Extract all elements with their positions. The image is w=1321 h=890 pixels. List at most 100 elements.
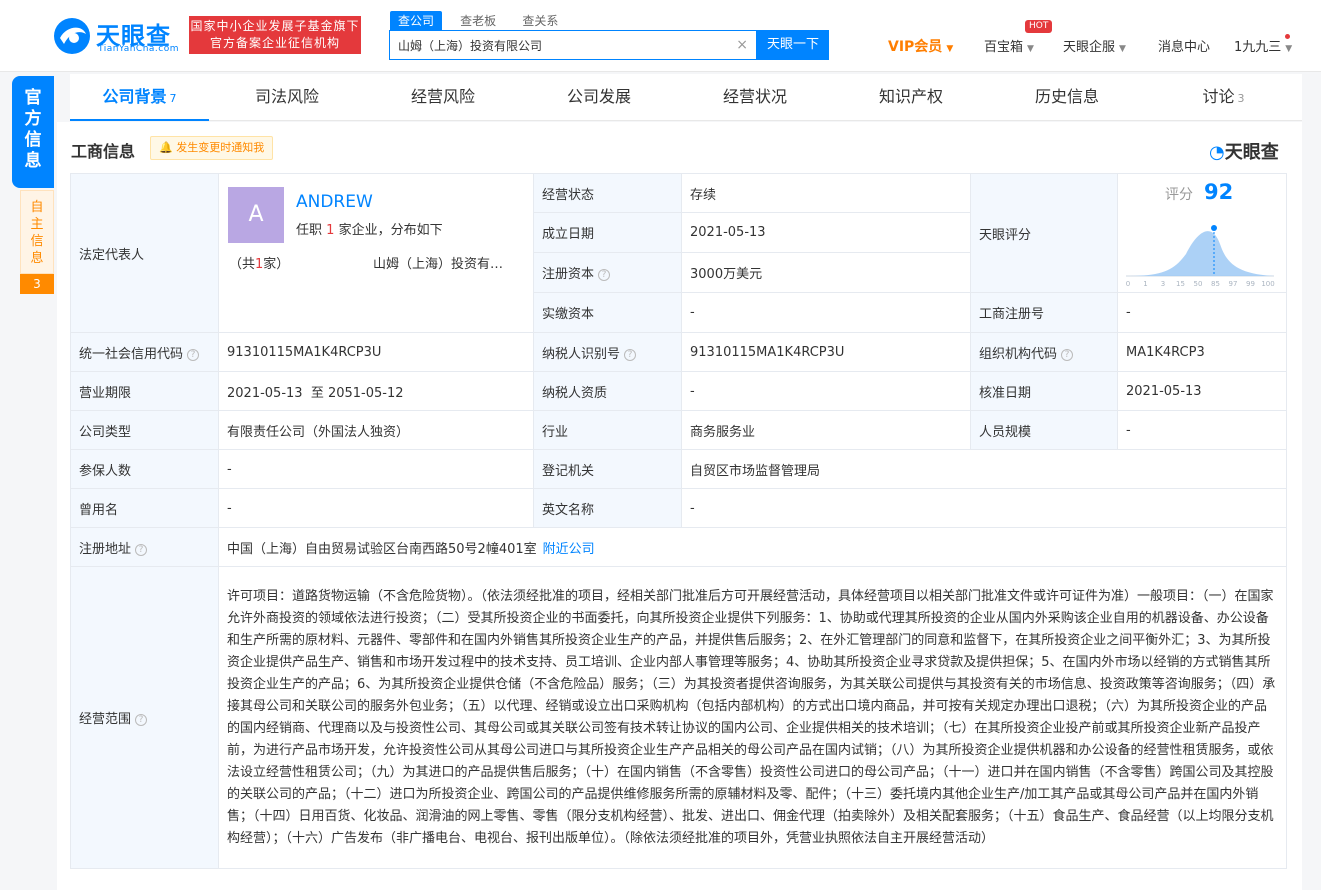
help-icon[interactable]: ? [135, 714, 148, 726]
search-input[interactable] [390, 31, 720, 59]
username: 1九九三 [1234, 40, 1282, 55]
bell-icon: 🔔 [159, 141, 173, 154]
help-icon[interactable]: ? [187, 348, 200, 361]
help-icon[interactable]: ? [624, 348, 637, 361]
company-type-label: 公司类型 [70, 410, 219, 450]
tab-judicial-risk[interactable]: 司法风险 [209, 74, 365, 121]
insured-value: - [218, 449, 534, 489]
legal-rep-cell: A ANDREW 任职 1 家企业，分布如下 （共1家） 山姆（上海）投资有… [218, 173, 534, 333]
self-info-tab[interactable]: 自主信息 [20, 190, 54, 274]
vip-menu[interactable]: VIP会员 ▼ [888, 36, 953, 56]
address-value: 中国（上海）自由贸易试验区台南西路50号2幢401室 [227, 541, 537, 557]
tax-qualification-label: 纳税人资质 [533, 371, 682, 411]
taxid-label: 纳税人识别号 [542, 346, 621, 362]
capital-label-cell: 注册资本? [533, 251, 682, 294]
baibaoxiang-label: 百宝箱 [984, 40, 1024, 55]
legal-rep-company-link[interactable]: 山姆（上海）投资有… [373, 253, 503, 272]
approve-date-value: 2021-05-13 [1117, 371, 1287, 411]
credit-code-label-cell: 统一社会信用代码? [70, 332, 219, 372]
business-info-table: 法定代表人 A ANDREW 任职 1 家企业，分布如下 （共1家） 山姆（上海… [70, 172, 1287, 869]
slogan-banner: 国家中小企业发展子基金旗下 官方备案企业征信机构 [189, 16, 361, 54]
count-pre: （共 [229, 257, 256, 272]
tab-label: 知识产权 [878, 87, 943, 106]
clear-search-icon[interactable]: × [736, 37, 748, 53]
tax-qualification-value: - [681, 371, 971, 411]
org-code-label: 组织机构代码 [979, 346, 1058, 362]
tab-company-background[interactable]: 公司背景 7 [70, 74, 209, 121]
industry-label: 行业 [533, 410, 682, 450]
staff-size-label: 人员规模 [970, 410, 1118, 450]
eye-logo-icon [54, 18, 90, 54]
credit-code-label: 统一社会信用代码 [79, 346, 184, 362]
tab-company-development[interactable]: 公司发展 [521, 74, 677, 121]
industry-value: 商务服务业 [681, 410, 971, 450]
avatar[interactable]: A [228, 187, 284, 243]
section-title: 工商信息 [71, 142, 136, 161]
authority-value: 自贸区市场监督管理局 [681, 449, 1287, 489]
score-distribution-chart: 0 1 3 15 50 85 97 99 100 [1126, 225, 1275, 288]
axis-tick-label: 0 [1126, 280, 1130, 288]
tab-operating-status[interactable]: 经营状况 [677, 74, 833, 121]
english-name-value: - [681, 488, 1287, 528]
tab-ip[interactable]: 知识产权 [833, 74, 989, 121]
tianyancha-logo[interactable]: 天眼查 TianYanCha.com [52, 14, 182, 58]
help-icon[interactable]: ? [598, 268, 611, 281]
desc-pre: 任职 [296, 223, 323, 238]
address-label-cell: 注册地址? [70, 527, 219, 567]
main-tabs: 公司背景 7 司法风险 经营风险 公司发展 经营状况 知识产权 历史信息 讨论 3 [70, 74, 1302, 121]
slogan-line-1: 国家中小企业发展子基金旗下 [190, 19, 360, 33]
self-info-count: 3 [20, 274, 54, 294]
score-cell[interactable]: 评分 92 0 1 3 15 50 85 97 99 100 [1117, 173, 1287, 293]
slogan-line-2: 官方备案企业征信机构 [209, 36, 340, 50]
brand-name: 天眼查 [1224, 142, 1279, 163]
search-tab-relation[interactable]: 查关系 [514, 11, 566, 30]
hot-badge: HOT [1025, 20, 1053, 33]
legal-rep-label: 法定代表人 [70, 173, 219, 333]
tab-discussion[interactable]: 讨论 3 [1145, 74, 1302, 121]
help-icon[interactable]: ? [1061, 348, 1074, 361]
search-button[interactable]: 天眼一下 [757, 30, 829, 60]
org-code-label-cell: 组织机构代码? [970, 332, 1118, 372]
axis-tick-label: 99 [1246, 280, 1255, 288]
term-label: 营业期限 [70, 371, 219, 411]
official-info-tab[interactable]: 官方信息 [12, 76, 54, 188]
term-value: 2021-05-13 至 2051-05-12 [218, 371, 534, 411]
search-tab-boss[interactable]: 查老板 [452, 11, 504, 30]
user-menu[interactable]: 1九九三 ▼ [1234, 36, 1292, 55]
legal-rep-company-count: （共1家） [229, 253, 289, 272]
change-notify-button[interactable]: 🔔 发生变更时通知我 [150, 136, 274, 160]
company-type-value: 有限责任公司（外国法人独资） [218, 410, 534, 450]
founded-label: 成立日期 [533, 212, 682, 253]
nearby-companies-link[interactable]: 附近公司 [543, 542, 595, 557]
search-tab-company[interactable]: 查公司 [390, 11, 443, 30]
founded-value: 2021-05-13 [681, 212, 971, 253]
paid-capital-value: - [681, 292, 971, 333]
enterprise-service-menu[interactable]: 天眼企服 ▼ [1063, 36, 1126, 55]
scope-label: 经营范围 [79, 712, 132, 727]
scope-label-cell: 经营范围? [70, 566, 219, 869]
taxid-label-cell: 纳税人识别号? [533, 332, 682, 372]
distribution-curve [1126, 231, 1274, 276]
axis-tick-label: 3 [1161, 280, 1165, 288]
score-axis: 0 1 3 15 50 85 97 99 100 [1126, 280, 1275, 288]
tab-history[interactable]: 历史信息 [989, 74, 1145, 121]
tab-label: 讨论 [1202, 87, 1235, 106]
desc-num: 1 [326, 223, 335, 238]
tab-label: 公司发展 [566, 87, 631, 106]
notify-label: 发生变更时通知我 [176, 141, 265, 154]
tab-count: 7 [169, 92, 177, 105]
address-label: 注册地址 [79, 541, 132, 557]
self-info-label: 自主信息 [30, 200, 44, 266]
tab-label: 公司背景 [102, 87, 167, 106]
legal-rep-name[interactable]: ANDREW [296, 192, 373, 212]
baibaoxiang-menu[interactable]: 百宝箱 ▼ [984, 36, 1034, 55]
help-icon[interactable]: ? [135, 543, 148, 556]
tab-operating-risk[interactable]: 经营风险 [365, 74, 521, 121]
message-center-link[interactable]: 消息中心 [1158, 36, 1210, 55]
credit-code-value: 91310115MA1K4RCP3U [218, 332, 534, 372]
paid-capital-label: 实缴资本 [533, 292, 682, 333]
legal-rep-desc: 任职 1 家企业，分布如下 [296, 219, 443, 238]
tianyancha-watermark: ◔天眼查 [1209, 138, 1279, 164]
score-caption: 评分 [1165, 187, 1193, 203]
status-value: 存续 [681, 172, 971, 214]
